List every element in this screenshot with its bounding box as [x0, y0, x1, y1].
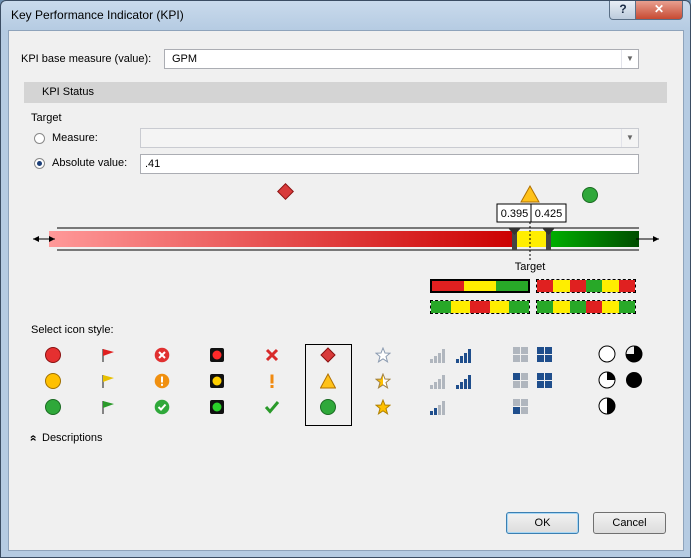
band-segment-yellow	[464, 281, 496, 291]
red-x-icon[interactable]	[264, 347, 280, 363]
band-segment-green	[431, 301, 451, 313]
close-button[interactable]: ✕	[635, 1, 683, 20]
band-segment-red	[537, 280, 554, 292]
green-circle-icon[interactable]	[320, 399, 336, 415]
band-pattern-option[interactable]	[430, 279, 530, 293]
band-segment-red	[585, 301, 603, 313]
yellow-flag-icon[interactable]	[100, 373, 116, 389]
low-threshold-box[interactable]: 0.395	[496, 203, 533, 223]
high-threshold-value: 0.425	[535, 208, 563, 220]
title-bar: Key Performance Indicator (KPI) ? ✕	[1, 1, 690, 29]
green-flag-icon[interactable]	[100, 399, 116, 415]
band-segment-yellow	[489, 301, 510, 313]
pie-circles-icon[interactable]	[598, 345, 646, 415]
descriptions-label: Descriptions	[42, 432, 103, 444]
band-segment-green	[569, 301, 586, 313]
kpi-dialog-window: Key Performance Indicator (KPI) ? ✕ KPI …	[0, 0, 691, 558]
green-light-icon[interactable]	[209, 399, 225, 415]
red-flag-icon[interactable]	[100, 347, 116, 363]
signal-bars-icon[interactable]	[430, 347, 476, 417]
collapse-icon: »	[25, 434, 40, 442]
full-star-icon[interactable]	[375, 399, 391, 415]
empty-star-icon[interactable]	[375, 347, 391, 363]
yellow-triangle-icon	[520, 184, 540, 203]
green-circle-icon[interactable]	[45, 399, 61, 415]
ok-button[interactable]: OK	[506, 512, 579, 534]
band-segment-green	[496, 281, 528, 291]
band-segment-red	[470, 301, 490, 313]
band-segment-green	[585, 280, 603, 292]
high-threshold-box[interactable]: 0.425	[530, 203, 567, 223]
yellow-triangle-icon[interactable]	[320, 373, 336, 389]
red-band	[49, 231, 515, 247]
band-segment-yellow	[602, 301, 619, 313]
orange-exclamation-circle-icon[interactable]	[154, 373, 170, 389]
band-pattern-option[interactable]	[536, 279, 636, 293]
right-arrow-icon	[636, 236, 659, 242]
red-light-icon[interactable]	[209, 347, 225, 363]
target-label: Target	[515, 261, 546, 273]
icon-style-label: Select icon style:	[31, 324, 114, 336]
grid-squares-icon[interactable]	[513, 347, 553, 417]
red-diamond-icon[interactable]	[320, 347, 336, 363]
kpi-gauge: 0.395 0.425 Target	[33, 183, 659, 273]
red-x-circle-icon[interactable]	[154, 347, 170, 363]
red-diamond-icon	[277, 183, 294, 200]
green-check-icon[interactable]	[264, 399, 280, 415]
band-pattern-option[interactable]	[430, 300, 530, 314]
band-segment-yellow	[602, 280, 619, 292]
band-segment-green	[509, 301, 529, 313]
band-segment-red	[432, 281, 464, 291]
band-pattern-option[interactable]	[536, 300, 636, 314]
band-segment-green	[618, 301, 635, 313]
yellow-light-icon[interactable]	[209, 373, 225, 389]
half-star-icon[interactable]	[375, 373, 391, 389]
low-threshold-value: 0.395	[501, 208, 529, 220]
band-segment-yellow	[553, 280, 570, 292]
band-segment-red	[618, 280, 635, 292]
yellow-band	[515, 231, 549, 247]
orange-exclamation-icon[interactable]	[264, 373, 280, 389]
window-title: Key Performance Indicator (KPI)	[11, 8, 184, 22]
red-circle-icon[interactable]	[45, 347, 61, 363]
band-segment-yellow	[553, 301, 570, 313]
band-segment-red	[569, 280, 586, 292]
green-circle-icon	[582, 187, 598, 203]
yellow-circle-icon[interactable]	[45, 373, 61, 389]
band-segment-green	[537, 301, 554, 313]
green-check-circle-icon[interactable]	[154, 399, 170, 415]
green-band	[549, 231, 639, 247]
band-segment-yellow	[450, 301, 471, 313]
cancel-button[interactable]: Cancel	[593, 512, 666, 534]
dialog-client-area: KPI base measure (value): GPM ▼ KPI Stat…	[8, 30, 684, 551]
help-button[interactable]: ?	[609, 1, 637, 20]
